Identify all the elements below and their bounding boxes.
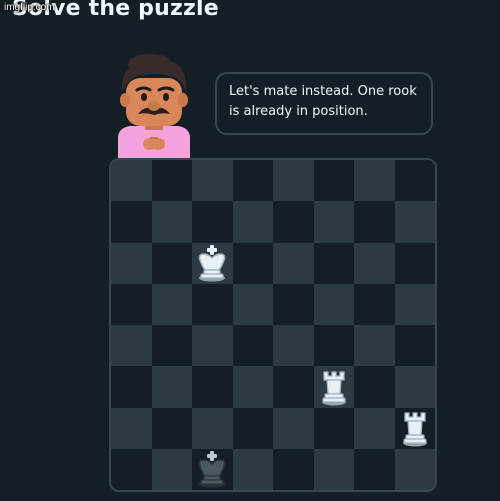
board-square-c7[interactable] [192,201,233,243]
board-square-f2[interactable] [313,407,354,449]
board-square-d4[interactable] [232,325,273,367]
board-square-d3[interactable] [232,366,273,408]
board-square-f6[interactable] [313,242,354,284]
board-square-c5[interactable] [192,283,233,325]
board-square-f7[interactable] [313,201,354,243]
board-square-f8[interactable] [313,160,354,202]
board-square-d6[interactable] [232,242,273,284]
board-square-g3[interactable] [354,366,395,408]
white-rook-piece-icon[interactable] [398,409,432,447]
board-square-b4[interactable] [151,325,192,367]
board-square-f4[interactable] [313,325,354,367]
board-square-c2[interactable] [192,407,233,449]
board-square-g1[interactable] [354,448,395,490]
black-king-piece-icon[interactable] [195,450,229,488]
board-square-e2[interactable] [273,407,314,449]
board-square-b7[interactable] [151,201,192,243]
tutor-character-icon [118,54,190,158]
board-square-d8[interactable] [232,160,273,202]
board-square-b5[interactable] [151,283,192,325]
board-square-d2[interactable] [232,407,273,449]
board-square-a6[interactable] [111,242,152,284]
board-square-h5[interactable] [394,283,435,325]
speech-bubble: Let's mate instead. One rook is already … [215,72,433,135]
board-square-c1[interactable] [192,448,233,490]
white-king-piece-icon[interactable] [195,244,229,282]
board-square-b3[interactable] [151,366,192,408]
board-square-g8[interactable] [354,160,395,202]
board-square-a4[interactable] [111,325,152,367]
board-square-g4[interactable] [354,325,395,367]
board-square-e5[interactable] [273,283,314,325]
board-square-h6[interactable] [394,242,435,284]
board-square-h7[interactable] [394,201,435,243]
board-square-c3[interactable] [192,366,233,408]
board-square-h3[interactable] [394,366,435,408]
board-square-a3[interactable] [111,366,152,408]
board-square-f5[interactable] [313,283,354,325]
board-square-g6[interactable] [354,242,395,284]
board-square-h8[interactable] [394,160,435,202]
board-square-e1[interactable] [273,448,314,490]
board-square-h4[interactable] [394,325,435,367]
chess-board[interactable] [109,158,437,492]
board-square-c8[interactable] [192,160,233,202]
watermark: imgflip.com [4,2,55,13]
board-square-c4[interactable] [192,325,233,367]
board-square-e4[interactable] [273,325,314,367]
board-square-b1[interactable] [151,448,192,490]
board-square-b8[interactable] [151,160,192,202]
board-square-d7[interactable] [232,201,273,243]
board-square-a2[interactable] [111,407,152,449]
board-square-d1[interactable] [232,448,273,490]
board-square-g5[interactable] [354,283,395,325]
board-square-e6[interactable] [273,242,314,284]
board-square-h1[interactable] [394,448,435,490]
board-square-f3[interactable] [313,366,354,408]
white-rook-piece-icon[interactable] [317,368,351,406]
board-square-a1[interactable] [111,448,152,490]
board-square-e3[interactable] [273,366,314,408]
board-square-g7[interactable] [354,201,395,243]
board-square-c6[interactable] [192,242,233,284]
board-square-b2[interactable] [151,407,192,449]
board-square-a8[interactable] [111,160,152,202]
board-square-e7[interactable] [273,201,314,243]
board-square-h2[interactable] [394,407,435,449]
board-square-e8[interactable] [273,160,314,202]
board-square-a5[interactable] [111,283,152,325]
speech-text: Let's mate instead. One rook is already … [229,84,417,119]
board-square-d5[interactable] [232,283,273,325]
board-square-g2[interactable] [354,407,395,449]
board-square-f1[interactable] [313,448,354,490]
tutor-character [112,52,196,158]
board-square-b6[interactable] [151,242,192,284]
board-square-a7[interactable] [111,201,152,243]
